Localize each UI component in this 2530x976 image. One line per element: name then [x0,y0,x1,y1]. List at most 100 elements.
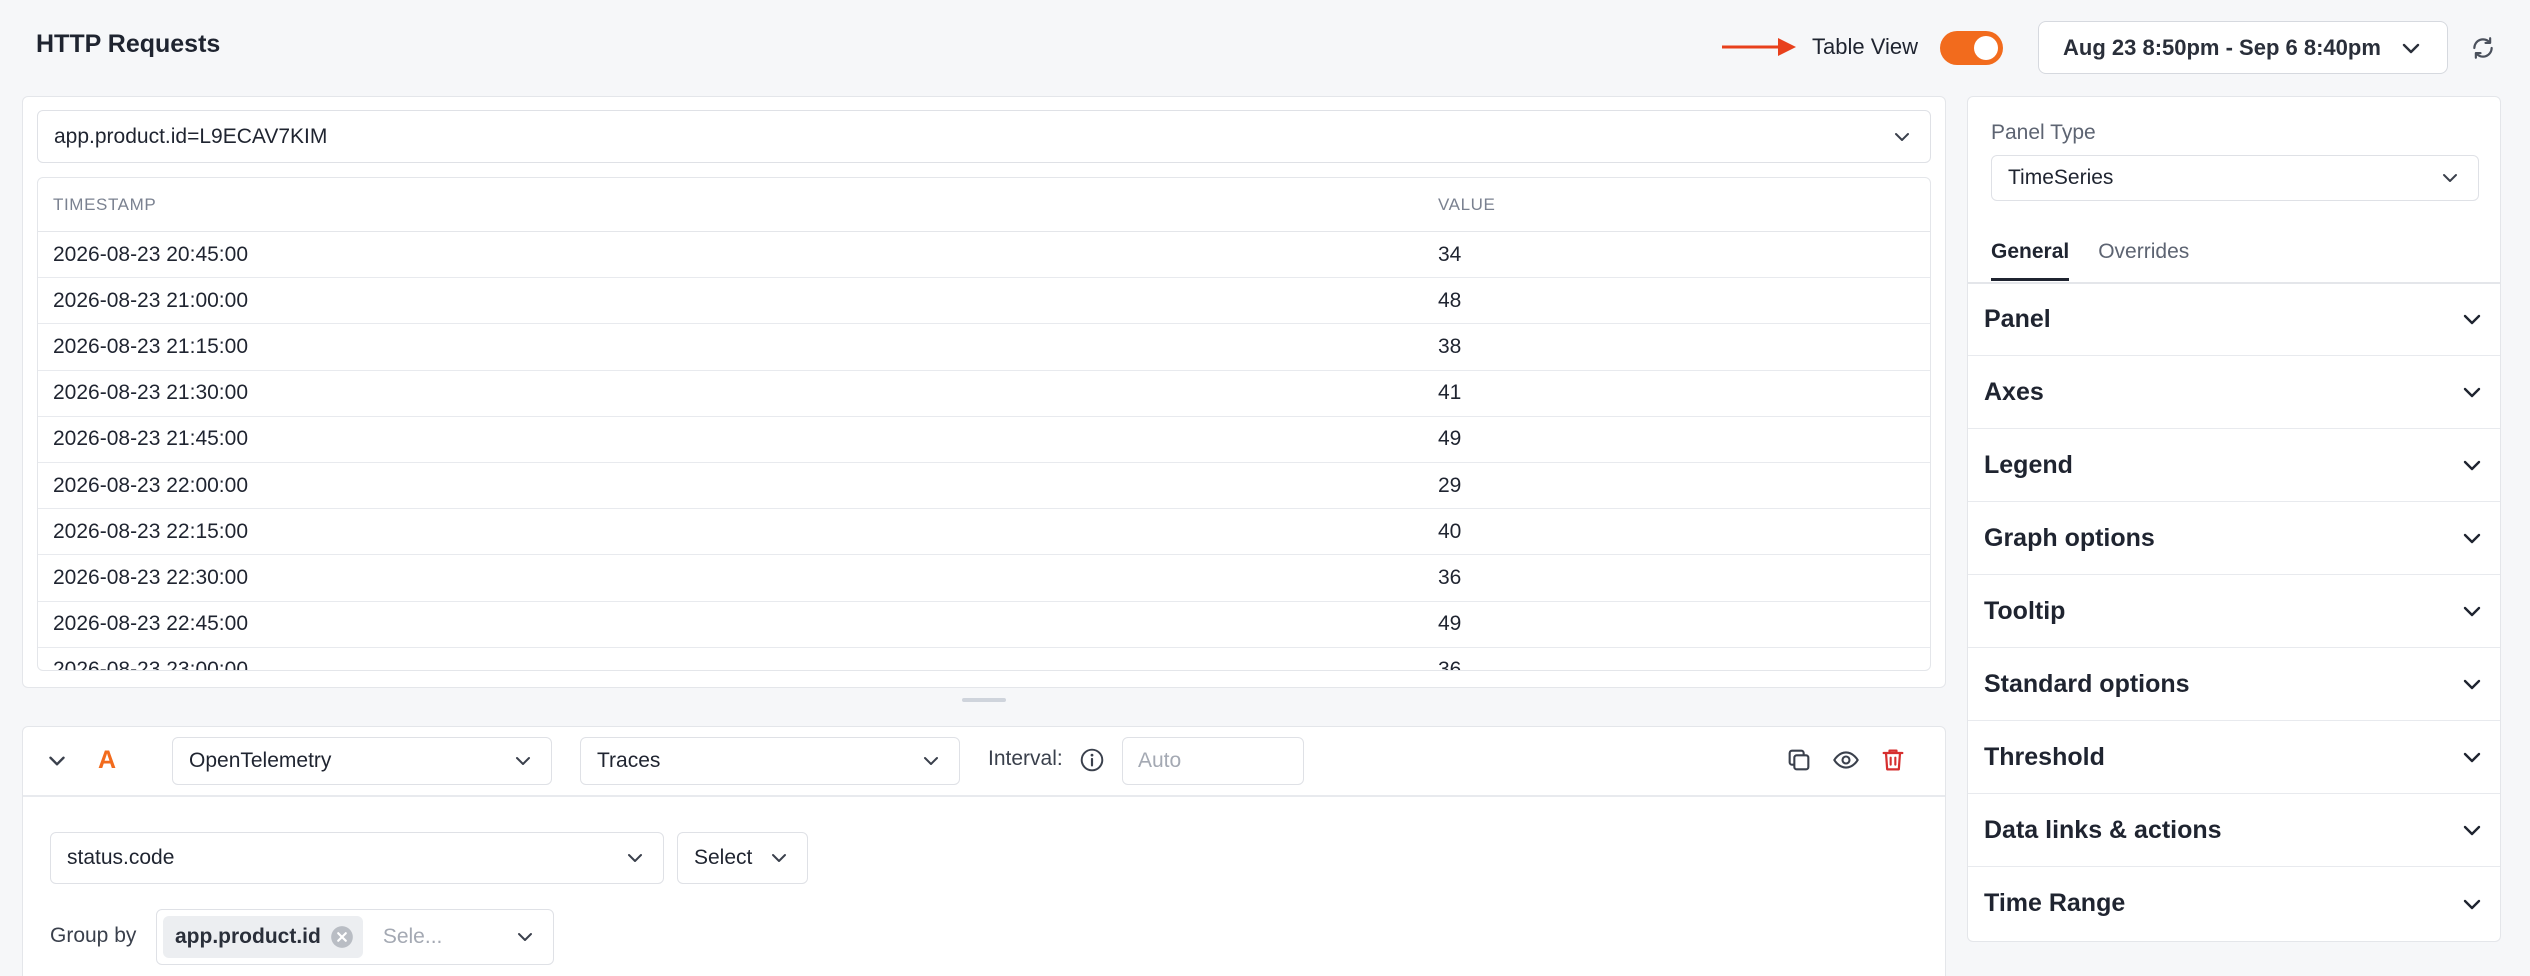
accordion-legend[interactable]: Legend [1968,429,2500,502]
datasource-select[interactable]: OpenTelemetry [172,737,552,785]
accordion-label: Legend [1984,450,2073,479]
page-title: HTTP Requests [36,30,221,58]
chevron-down-icon [2463,533,2481,544]
group-by-select[interactable]: app.product.id Sele... [156,909,554,965]
settings-tabs: General Overrides [1991,240,2189,281]
accordion-label: Time Range [1984,889,2126,917]
group-by-chip-label: app.product.id [175,925,321,948]
signal-type-value: Traces [597,749,661,772]
accordion-label: Standard options [1984,669,2190,698]
interval-input[interactable] [1122,737,1304,785]
panel-type-select[interactable]: TimeSeries [1991,155,2479,201]
chevron-down-icon [2463,679,2481,690]
panel-type-value: TimeSeries [2008,166,2114,189]
divider [23,795,1945,797]
table-row: 2026-08-23 20:45:00 34 [38,232,1930,279]
cell-timestamp: 2026-08-23 22:00:00 [53,473,248,497]
table-header: TIMESTAMP VALUE [38,178,1930,232]
table-view-toggle[interactable] [1940,31,2003,65]
chevron-down-icon [628,854,642,862]
cell-value: 41 [1438,381,1462,405]
series-selector[interactable]: app.product.id=L9ECAV7KIM [37,110,1931,163]
delete-query-trash-icon[interactable] [1879,745,1907,775]
duplicate-query-icon[interactable] [1785,746,1813,774]
info-icon[interactable] [1079,747,1105,773]
chevron-down-icon [2463,314,2481,325]
date-range-picker[interactable]: Aug 23 8:50pm - Sep 6 8:40pm [2038,21,2448,74]
arrow-right-icon [1722,38,1796,56]
query-letter: A [98,746,117,774]
toggle-visibility-eye-icon[interactable] [1831,746,1861,774]
table-row: 2026-08-23 22:30:00 36 [38,555,1930,602]
cell-timestamp: 2026-08-23 21:30:00 [53,381,248,405]
table-row: 2026-08-23 22:15:00 40 [38,509,1930,556]
tab-general[interactable]: General [1991,240,2070,281]
chevron-down-icon [2463,460,2481,471]
accordion-data-links[interactable]: Data links & actions [1968,794,2500,867]
cell-value: 36 [1438,658,1462,671]
chevron-down-icon [924,757,938,765]
field-select[interactable]: status.code [50,832,664,884]
accordion-label: Tooltip [1984,596,2066,625]
table-row: 2026-08-23 21:30:00 41 [38,371,1930,417]
cell-timestamp: 2026-08-23 21:45:00 [53,427,248,451]
chevron-down-icon [2463,752,2481,763]
cell-value: 40 [1438,519,1462,543]
accordion-time-range[interactable]: Time Range [1968,867,2500,940]
chevron-down-icon [518,933,532,941]
tab-overrides[interactable]: Overrides [2098,240,2189,281]
column-header-timestamp[interactable]: TIMESTAMP [38,195,1438,215]
group-by-chip: app.product.id [163,916,363,958]
aggregation-select[interactable]: Select [677,832,808,884]
cell-timestamp: 2026-08-23 21:15:00 [53,334,248,358]
chevron-down-icon [2463,825,2481,836]
chevron-down-icon [2463,606,2481,617]
chevron-down-icon [2463,899,2481,909]
panel-type-label: Panel Type [1991,121,2096,144]
field-value: status.code [67,846,175,869]
cell-timestamp: 2026-08-23 22:15:00 [53,519,248,543]
chevron-down-icon [2402,43,2420,53]
accordion-standard-options[interactable]: Standard options [1968,648,2500,721]
accordion-label: Data links & actions [1984,815,2222,844]
cell-value: 48 [1438,288,1462,312]
date-range-text: Aug 23 8:50pm - Sep 6 8:40pm [2063,34,2381,60]
toggle-knob [1974,36,1998,60]
cell-timestamp: 2026-08-23 22:45:00 [53,612,248,636]
signal-type-select[interactable]: Traces [580,737,960,785]
accordion-threshold[interactable]: Threshold [1968,721,2500,794]
chevron-down-icon [2463,387,2481,398]
interval-label: Interval: [988,747,1063,770]
accordion-label: Threshold [1984,742,2105,771]
panel-resize-handle[interactable] [962,698,1006,702]
cell-value: 49 [1438,427,1462,451]
series-selector-value: app.product.id=L9ECAV7KIM [54,124,328,148]
cell-timestamp: 2026-08-23 20:45:00 [53,242,248,266]
cell-value: 34 [1438,242,1462,266]
table-row: 2026-08-23 21:45:00 49 [38,417,1930,463]
accordion-tooltip[interactable]: Tooltip [1968,575,2500,648]
chevron-down-icon [772,854,786,862]
table-row: 2026-08-23 23:00:00 36 [38,648,1930,671]
cell-value: 49 [1438,612,1462,636]
accordion-label: Axes [1984,377,2044,406]
collapse-query-chevron-icon[interactable] [44,748,70,774]
table-row: 2026-08-23 21:00:00 48 [38,278,1930,325]
settings-accordion: Panel Axes Legend Graph options Tooltip … [1968,283,2500,940]
column-header-value[interactable]: VALUE [1438,195,1930,215]
accordion-axes[interactable]: Axes [1968,356,2500,429]
remove-chip-close-icon[interactable] [329,924,355,950]
accordion-graph-options[interactable]: Graph options [1968,502,2500,575]
accordion-label: Panel [1984,304,2051,333]
cell-value: 36 [1438,565,1462,589]
refresh-button[interactable] [2468,33,2498,63]
accordion-panel[interactable]: Panel [1968,283,2500,356]
aggregation-value: Select [694,846,753,869]
chevron-down-icon [516,757,530,765]
cell-timestamp: 2026-08-23 21:00:00 [53,288,248,312]
cell-timestamp: 2026-08-23 22:30:00 [53,565,248,589]
group-by-placeholder: Sele... [382,925,443,948]
chevron-down-icon [2443,174,2457,182]
results-table: TIMESTAMP VALUE 2026-08-23 20:45:00 34 20… [37,177,1931,671]
table-row: 2026-08-23 22:00:00 29 [38,463,1930,510]
